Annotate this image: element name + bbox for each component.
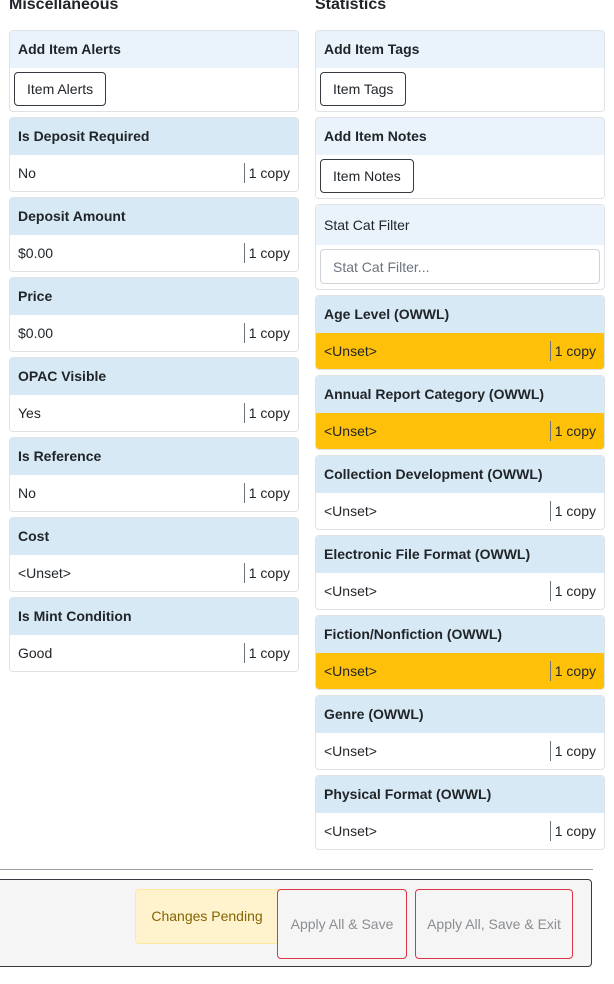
- copy-count: 1 copy: [243, 403, 298, 423]
- field-value: $0.00: [18, 325, 54, 341]
- item-alerts-button[interactable]: Item Alerts: [14, 72, 107, 106]
- field-value: No: [18, 165, 36, 181]
- field-label: Cost: [10, 518, 298, 555]
- apply-all-save-exit-button[interactable]: Apply All, Save & Exit: [415, 889, 573, 959]
- item-notes-button[interactable]: Item Notes: [320, 159, 414, 193]
- copy-count: 1 copy: [549, 341, 604, 361]
- stat-cat-card-age-level: Age Level (OWWL) <Unset> 1 copy: [315, 295, 605, 370]
- field-value: Yes: [18, 405, 41, 421]
- copy-count: 1 copy: [243, 563, 298, 583]
- statistics-title: Statistics: [315, 0, 387, 13]
- stat-cat-filter-card: Stat Cat Filter: [315, 204, 605, 290]
- stat-cat-card-annual-report: Annual Report Category (OWWL) <Unset> 1 …: [315, 375, 605, 450]
- field-card-opac-visible: OPAC Visible Yes 1 copy: [9, 357, 299, 432]
- field-label: Deposit Amount: [10, 198, 298, 235]
- field-card-deposit-amount: Deposit Amount $0.00 1 copy: [9, 197, 299, 272]
- stat-cat-value-row[interactable]: <Unset> 1 copy: [316, 573, 604, 609]
- stat-cat-label: Age Level (OWWL): [316, 296, 604, 333]
- field-label: Is Reference: [10, 438, 298, 475]
- miscellaneous-title: Miscellaneous: [9, 0, 119, 13]
- field-value-row[interactable]: <Unset> 1 copy: [10, 555, 298, 591]
- stat-cat-card-collection-development: Collection Development (OWWL) <Unset> 1 …: [315, 455, 605, 530]
- field-label: OPAC Visible: [10, 358, 298, 395]
- stat-cat-value: <Unset>: [324, 583, 377, 599]
- statistics-column: Statistics Add Item Tags Item Tags Add I…: [315, 0, 605, 855]
- field-value-row[interactable]: No 1 copy: [10, 155, 298, 191]
- stat-cat-label: Electronic File Format (OWWL): [316, 536, 604, 573]
- field-card-price: Price $0.00 1 copy: [9, 277, 299, 352]
- stat-cat-value: <Unset>: [324, 503, 377, 519]
- stat-cat-card-fiction-nonfiction: Fiction/Nonfiction (OWWL) <Unset> 1 copy: [315, 615, 605, 690]
- field-card-deposit-required: Is Deposit Required No 1 copy: [9, 117, 299, 192]
- copy-count: 1 copy: [549, 821, 604, 841]
- stat-cat-value-row[interactable]: <Unset> 1 copy: [316, 733, 604, 769]
- stat-cat-card-physical-format: Physical Format (OWWL) <Unset> 1 copy: [315, 775, 605, 850]
- stat-cat-filter-input[interactable]: [320, 249, 600, 284]
- stat-cat-card-genre: Genre (OWWL) <Unset> 1 copy: [315, 695, 605, 770]
- stat-cat-value-row[interactable]: <Unset> 1 copy: [316, 413, 604, 449]
- copy-count: 1 copy: [243, 323, 298, 343]
- copy-count: 1 copy: [549, 501, 604, 521]
- action-footer: Changes Pending Apply All & Save Apply A…: [0, 879, 592, 967]
- field-label: Is Deposit Required: [10, 118, 298, 155]
- stat-cat-value: <Unset>: [324, 743, 377, 759]
- copy-count: 1 copy: [243, 483, 298, 503]
- item-tags-button[interactable]: Item Tags: [320, 72, 407, 106]
- item-notes-header: Add Item Notes: [316, 118, 604, 155]
- changes-pending-badge: Changes Pending: [135, 889, 279, 944]
- field-label: Price: [10, 278, 298, 315]
- stat-cat-label: Collection Development (OWWL): [316, 456, 604, 493]
- stat-cat-value-row[interactable]: <Unset> 1 copy: [316, 813, 604, 849]
- field-card-is-reference: Is Reference No 1 copy: [9, 437, 299, 512]
- item-notes-card: Add Item Notes Item Notes: [315, 117, 605, 199]
- stat-cat-value-row[interactable]: <Unset> 1 copy: [316, 333, 604, 369]
- stat-cat-label: Physical Format (OWWL): [316, 776, 604, 813]
- field-value: $0.00: [18, 245, 54, 261]
- section-divider: [0, 869, 593, 870]
- field-value: No: [18, 485, 36, 501]
- stat-cat-card-electronic-file-format: Electronic File Format (OWWL) <Unset> 1 …: [315, 535, 605, 610]
- copy-count: 1 copy: [243, 643, 298, 663]
- copy-count: 1 copy: [549, 741, 604, 761]
- copy-count: 1 copy: [549, 581, 604, 601]
- stat-cat-filter-header: Stat Cat Filter: [316, 205, 604, 245]
- stat-cat-label: Fiction/Nonfiction (OWWL): [316, 616, 604, 653]
- item-alerts-header: Add Item Alerts: [10, 31, 298, 68]
- stat-cat-value-row[interactable]: <Unset> 1 copy: [316, 653, 604, 689]
- copy-count: 1 copy: [243, 243, 298, 263]
- stat-cat-value-row[interactable]: <Unset> 1 copy: [316, 493, 604, 529]
- stat-cat-value: <Unset>: [324, 823, 377, 839]
- field-value-row[interactable]: Good 1 copy: [10, 635, 298, 671]
- field-value-row[interactable]: $0.00 1 copy: [10, 235, 298, 271]
- stat-cat-label: Annual Report Category (OWWL): [316, 376, 604, 413]
- field-card-mint-condition: Is Mint Condition Good 1 copy: [9, 597, 299, 672]
- field-value-row[interactable]: $0.00 1 copy: [10, 315, 298, 351]
- stat-cat-value: <Unset>: [324, 343, 377, 359]
- stat-cat-value: <Unset>: [324, 423, 377, 439]
- field-value: <Unset>: [18, 565, 71, 581]
- field-card-cost: Cost <Unset> 1 copy: [9, 517, 299, 592]
- copy-count: 1 copy: [549, 661, 604, 681]
- apply-all-save-button[interactable]: Apply All & Save: [277, 889, 407, 959]
- field-value: Good: [18, 645, 53, 661]
- field-label: Is Mint Condition: [10, 598, 298, 635]
- field-value-row[interactable]: No 1 copy: [10, 475, 298, 511]
- item-tags-card: Add Item Tags Item Tags: [315, 30, 605, 112]
- item-alerts-card: Add Item Alerts Item Alerts: [9, 30, 299, 112]
- miscellaneous-column: Miscellaneous Add Item Alerts Item Alert…: [9, 0, 299, 677]
- stat-cat-value: <Unset>: [324, 663, 377, 679]
- stat-cat-label: Genre (OWWL): [316, 696, 604, 733]
- copy-count: 1 copy: [549, 421, 604, 441]
- field-value-row[interactable]: Yes 1 copy: [10, 395, 298, 431]
- copy-count: 1 copy: [243, 163, 298, 183]
- item-tags-header: Add Item Tags: [316, 31, 604, 68]
